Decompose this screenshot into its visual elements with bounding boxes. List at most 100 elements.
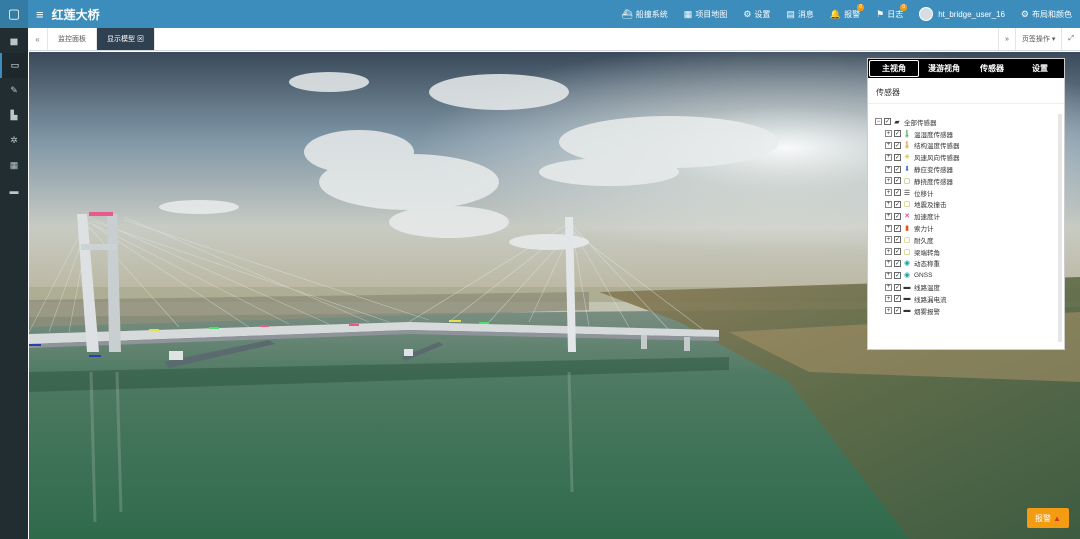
sidebar-item-industry[interactable]: ▙ (0, 103, 28, 128)
checkbox[interactable]: ✓ (894, 153, 901, 161)
expand-icon[interactable]: + (885, 200, 892, 208)
checkbox[interactable]: ✓ (894, 295, 901, 303)
tree-item[interactable]: + ✓ ▬ 线路漏电流 (875, 293, 1061, 305)
sensor-tree: − ✓ ▰ 全部传感器 + ✓ 🌡 温湿度传感器 + ✓ 🌡 结构温度传感器 + ✓ ✳ 风速风向传感器 + ✓ ⬇… (875, 116, 1061, 344)
expand-icon[interactable]: + (885, 130, 892, 138)
displacement-icon: ☰ (903, 189, 911, 197)
fullscreen-icon[interactable]: ⤢ (1061, 28, 1080, 50)
tree-item[interactable]: + ✓ ⬇ 静应变传感器 (875, 163, 1061, 175)
tree-root[interactable]: − ✓ ▰ 全部传感器 (875, 116, 1061, 128)
nav-item-cogs[interactable]: ⚙ 设置 (735, 0, 778, 28)
checkbox[interactable]: ✓ (894, 177, 901, 185)
expand-icon[interactable]: + (885, 307, 892, 315)
panel-tab-1[interactable]: 漫游视角 (920, 59, 968, 78)
panel-tab-3[interactable]: 设置 (1016, 59, 1064, 78)
edit-icon: ✎ (10, 85, 18, 95)
checkbox[interactable]: ✓ (894, 224, 901, 232)
top-navbar: ▢ ≡ 红莲大桥 ⛴ 船撞系统 ▦ 项目地图 ⚙ 设置 ▤ 消息 🔔 报警 0 ⚑ 日志 0 ht_brid… (0, 0, 1080, 28)
tree-item[interactable]: + ✓ ▮ 索力计 (875, 222, 1061, 234)
expand-icon[interactable]: + (885, 212, 892, 220)
checkbox[interactable]: ✓ (894, 165, 901, 173)
collapse-icon[interactable]: − (875, 118, 882, 126)
tabs-scroll-right-icon[interactable]: » (998, 28, 1015, 50)
checkbox[interactable]: ✓ (894, 130, 901, 138)
tree-item[interactable]: + ✓ ◉ GNSS (875, 269, 1061, 281)
sidebar-item-laptop[interactable]: ▭ (0, 53, 28, 78)
menu-toggle-icon[interactable]: ≡ (36, 7, 44, 22)
tree-item-label: 烟雾报警 (914, 308, 940, 316)
panel-tab-0[interactable]: 主视角 (869, 60, 919, 77)
nav-item-ship[interactable]: ⛴ 船撞系统 (613, 0, 675, 28)
nav-item-flag[interactable]: ⚑ 日志 0 (868, 0, 911, 28)
checkbox[interactable]: ✓ (894, 141, 901, 149)
thermometer-icon: 🌡 (902, 130, 912, 138)
checkbox[interactable]: ✓ (894, 307, 901, 315)
credit-card-icon: ▬ (9, 185, 19, 196)
expand-icon[interactable]: + (885, 224, 892, 232)
expand-icon[interactable]: + (885, 153, 892, 161)
layout-label: 布局和颜色 (1032, 9, 1072, 19)
expand-icon[interactable]: + (885, 236, 892, 244)
expand-icon[interactable]: + (885, 165, 892, 173)
deflection-icon: ▢ (903, 177, 911, 185)
expand-icon[interactable]: + (885, 283, 892, 291)
map-logo-icon[interactable]: ▢ (0, 0, 28, 28)
tab-monitor-panel[interactable]: 监控面板 (48, 28, 97, 50)
checkbox[interactable]: ✓ (894, 189, 901, 197)
tab-display-model[interactable]: 显示模型 ⊠ (97, 28, 155, 50)
checkbox[interactable]: ✓ (894, 212, 901, 220)
nav-item-bell[interactable]: 🔔 报警 0 (822, 0, 868, 28)
sidebar-item-gear[interactable]: ✲ (0, 128, 28, 153)
ship-icon: ⛴ (621, 8, 633, 19)
tree-item[interactable]: + ✓ ▬ 线路温度 (875, 281, 1061, 293)
tabs-scroll-left-icon[interactable]: « (28, 28, 48, 50)
tree-item[interactable]: + ✓ ✕ 加速度计 (875, 210, 1061, 222)
layout-color-button[interactable]: ⚙ 布局和颜色 (1013, 0, 1080, 28)
nav-item-map[interactable]: ▦ 项目地图 (676, 0, 736, 28)
page-ops-dropdown[interactable]: 页签操作 ▾ (1014, 28, 1061, 50)
sidebar-item-edit[interactable]: ✎ (0, 78, 28, 103)
tab-bar: « 监控面板 显示模型 ⊠ » 页签操作 ▾ ⤢ (28, 28, 1080, 51)
alarm-button[interactable]: 报警 ▲ (1027, 508, 1069, 528)
tree-item[interactable]: + ✓ ▬ 烟雾报警 (875, 305, 1061, 317)
tree-item[interactable]: + ✓ ▢ 静挠度传感器 (875, 175, 1061, 187)
nav-label: 设置 (754, 9, 771, 19)
app-title: 红莲大桥 (51, 7, 100, 22)
tree-item[interactable]: + ✓ 🌡 结构温度传感器 (875, 140, 1061, 152)
user-menu[interactable]: ht_bridge_user_16 (911, 0, 1013, 28)
checkbox[interactable]: ✓ (894, 236, 901, 244)
tree-item[interactable]: + ✓ ✳ 风速风向传感器 (875, 151, 1061, 163)
tree-item-label: 索力计 (914, 226, 934, 234)
expand-icon[interactable]: + (885, 271, 892, 279)
tree-item[interactable]: + ✓ ▢ 耐久度 (875, 234, 1061, 246)
sidebar-item-area-chart[interactable]: ▅ (0, 28, 28, 53)
tree-item-label: 梁端转角 (914, 249, 940, 257)
expand-icon[interactable]: + (885, 189, 892, 197)
panel-tab-2[interactable]: 传感器 (968, 59, 1016, 78)
nav-item-message[interactable]: ▤ 消息 (778, 0, 822, 28)
expand-icon[interactable]: + (885, 141, 892, 149)
tree-item[interactable]: + ✓ ☰ 位移计 (875, 187, 1061, 199)
checkbox[interactable]: ✓ (884, 118, 891, 126)
expand-icon[interactable]: + (885, 248, 892, 256)
tree-item[interactable]: + ✓ ▢ 梁端转角 (875, 246, 1061, 258)
laptop-icon: ▭ (10, 60, 20, 70)
tree-scrollbar[interactable] (1058, 114, 1062, 342)
checkbox[interactable]: ✓ (894, 271, 901, 279)
tree-item-label: 静挠度传感器 (914, 178, 953, 186)
checkbox[interactable]: ✓ (894, 200, 901, 208)
username: ht_bridge_user_16 (938, 9, 1005, 19)
tree-item[interactable]: + ✓ ▢ 地震及撞击 (875, 199, 1061, 211)
sidebar-item-credit-card[interactable]: ▬ (0, 178, 28, 203)
checkbox[interactable]: ✓ (894, 259, 901, 267)
expand-icon[interactable]: + (885, 177, 892, 185)
folder-icon: ▬ (903, 295, 911, 303)
sidebar-item-th-large[interactable]: ▦ (0, 153, 28, 178)
checkbox[interactable]: ✓ (894, 248, 901, 256)
checkbox[interactable]: ✓ (894, 283, 901, 291)
panel-title: 传感器 (868, 78, 1064, 104)
tree-item[interactable]: + ✓ ◉ 动态称重 (875, 258, 1061, 270)
expand-icon[interactable]: + (885, 259, 892, 267)
expand-icon[interactable]: + (885, 295, 892, 303)
tree-item[interactable]: + ✓ 🌡 温湿度传感器 (875, 128, 1061, 140)
